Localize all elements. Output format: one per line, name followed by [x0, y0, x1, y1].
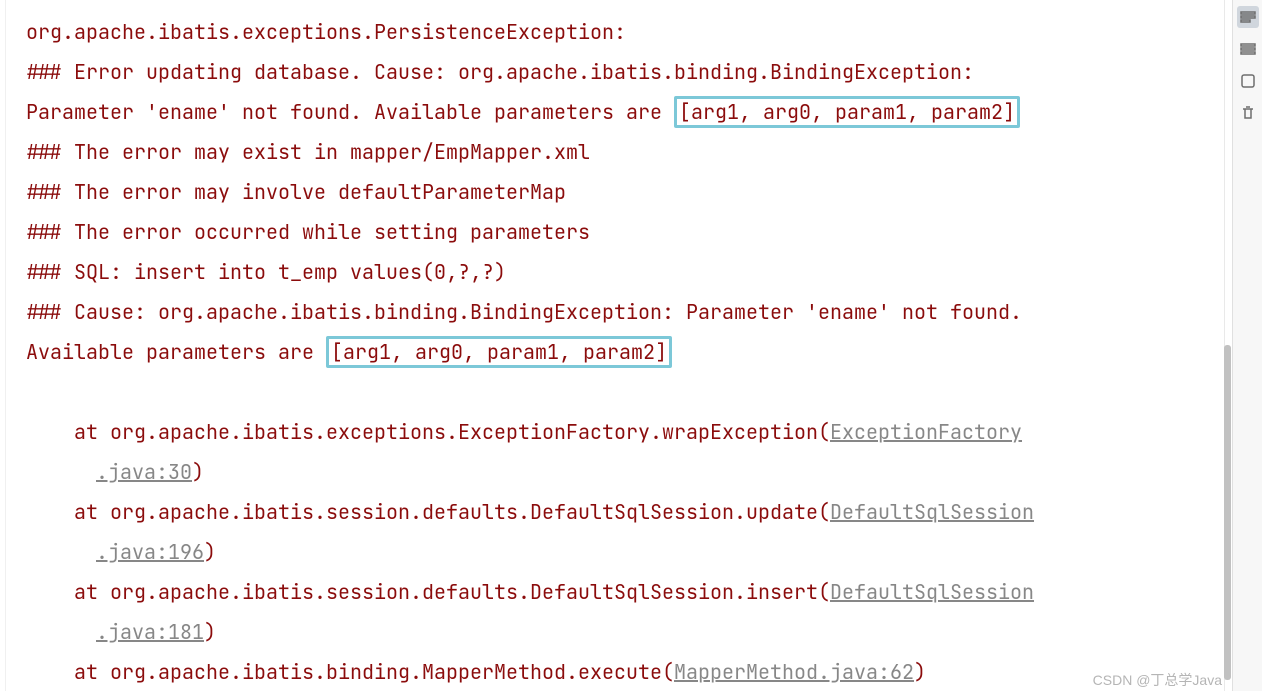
stack-after: ): [914, 659, 926, 685]
stack-at-text: at org.apache.ibatis.session.defaults.De…: [26, 499, 830, 525]
stack-trace-line: at org.apache.ibatis.exceptions.Exceptio…: [26, 412, 1206, 492]
source-link[interactable]: .java:196: [96, 539, 204, 565]
stack-after: ): [192, 459, 204, 485]
stack-trace-line: at org.apache.ibatis.session.defaults.De…: [26, 572, 1206, 652]
stack-after: ): [204, 619, 216, 645]
exception-text: Available parameters are: [26, 339, 326, 365]
source-link[interactable]: .java:181: [96, 619, 204, 645]
exception-line: ### SQL: insert into t_emp values(0,?,?): [26, 252, 1206, 292]
blank-line: [26, 372, 1206, 412]
trash-icon[interactable]: [1237, 102, 1259, 124]
exception-line: Parameter 'ename' not found. Available p…: [26, 92, 1206, 132]
source-link[interactable]: ExceptionFactory: [830, 419, 1022, 445]
exception-line: org.apache.ibatis.exceptions.Persistence…: [26, 12, 1206, 52]
source-link[interactable]: DefaultSqlSession: [830, 499, 1034, 525]
source-link[interactable]: DefaultSqlSession: [830, 579, 1034, 605]
exception-line: ### The error occurred while setting par…: [26, 212, 1206, 252]
exception-line: Available parameters are [arg1, arg0, pa…: [26, 332, 1206, 372]
source-link[interactable]: MapperMethod.java:62: [674, 659, 914, 685]
highlight-box: [arg1, arg0, param1, param2]: [326, 336, 672, 368]
editor-gutter: [1232, 0, 1262, 691]
highlight-box: [arg1, arg0, param1, param2]: [674, 96, 1020, 128]
stack-after: ): [204, 539, 216, 565]
exception-line: ### The error may involve defaultParamet…: [26, 172, 1206, 212]
stack-trace-line: at org.apache.ibatis.binding.MapperMetho…: [26, 652, 1206, 691]
stack-wrap-line: .java:196): [26, 532, 1206, 572]
console-output-area: org.apache.ibatis.exceptions.Persistence…: [5, 0, 1225, 691]
csdn-watermark: CSDN @丁总学Java: [1093, 673, 1222, 687]
find-icon[interactable]: [1237, 38, 1259, 60]
source-link[interactable]: .java:30: [96, 459, 192, 485]
stack-at-text: at org.apache.ibatis.session.defaults.De…: [26, 579, 830, 605]
stack-at-text: at org.apache.ibatis.binding.MapperMetho…: [26, 659, 674, 685]
stack-at-text: at org.apache.ibatis.exceptions.Exceptio…: [26, 419, 830, 445]
exception-text: Parameter 'ename' not found. Available p…: [26, 99, 674, 125]
wrap-icon[interactable]: [1237, 70, 1259, 92]
vertical-scrollbar-thumb[interactable]: [1224, 345, 1231, 680]
stack-wrap-line: .java:30): [26, 452, 1206, 492]
stack-trace-line: at org.apache.ibatis.session.defaults.De…: [26, 492, 1206, 572]
stack-wrap-line: .java:181): [26, 612, 1206, 652]
exception-line: ### Cause: org.apache.ibatis.binding.Bin…: [26, 292, 1206, 332]
exception-line: ### The error may exist in mapper/EmpMap…: [26, 132, 1206, 172]
exception-line: ### Error updating database. Cause: org.…: [26, 52, 1206, 92]
inspection-summary-icon[interactable]: [1237, 6, 1259, 28]
